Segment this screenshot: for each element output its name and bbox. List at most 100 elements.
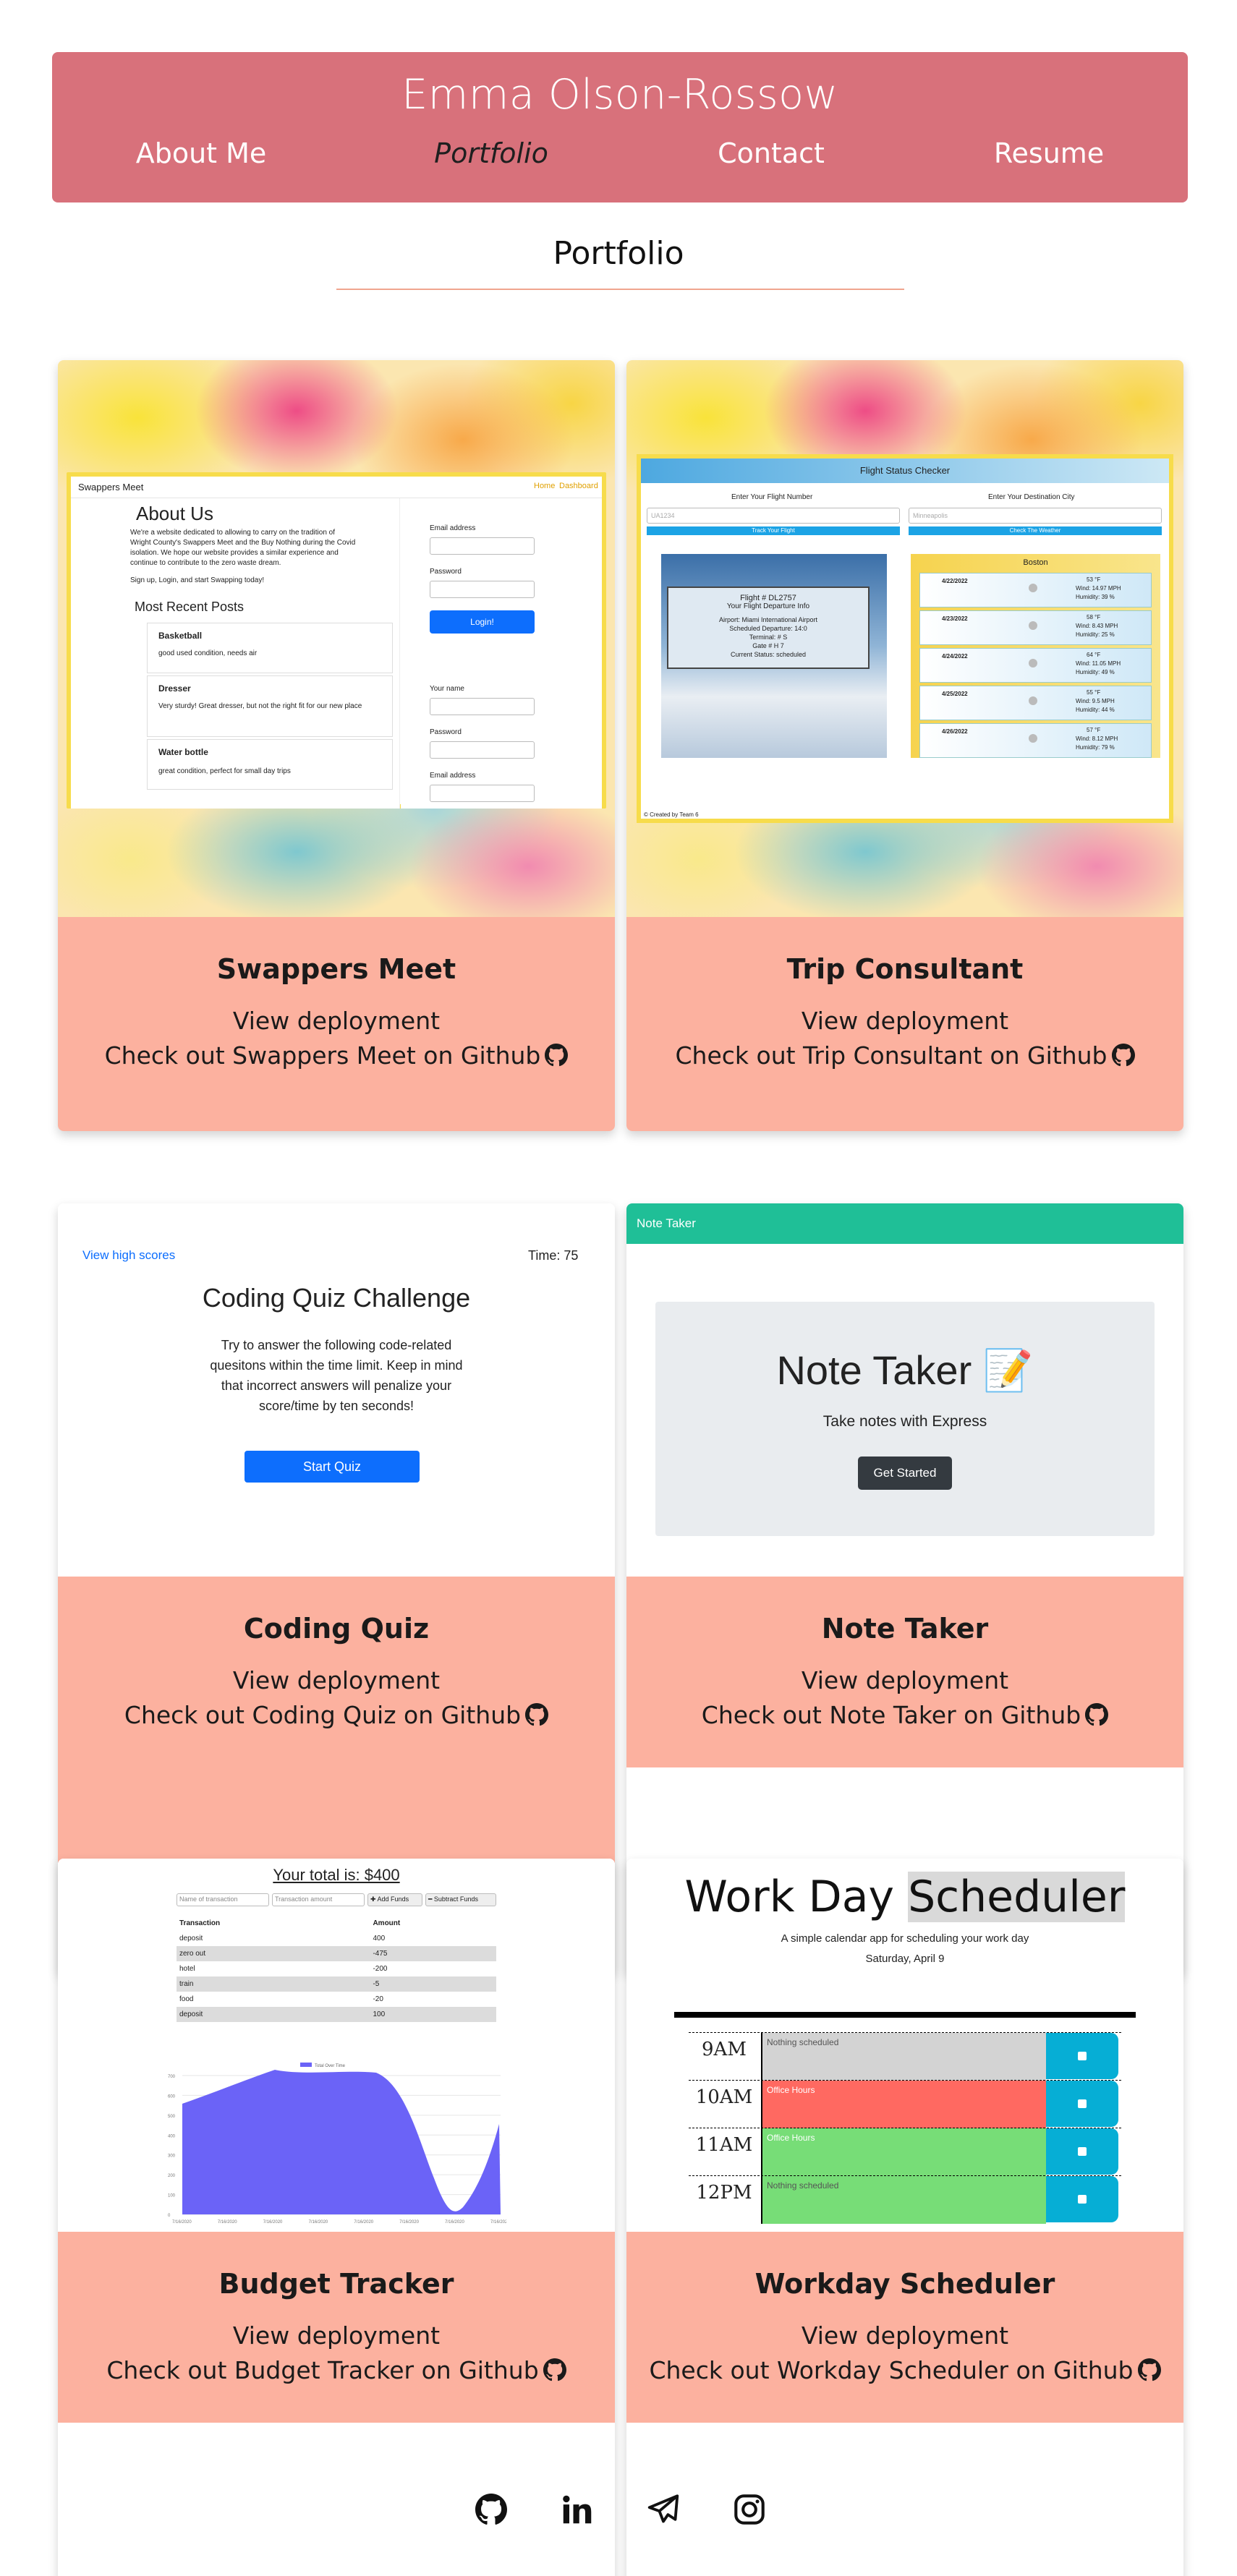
save-button[interactable] <box>1046 2033 1118 2079</box>
view-deployment-link[interactable]: View deployment <box>58 2321 615 2350</box>
signup-name-input[interactable] <box>430 698 535 715</box>
weather-date: 4/24/2022 <box>942 653 968 660</box>
budget-amount-input[interactable]: Transaction amount <box>272 1893 365 1906</box>
github-link-label: Check out Trip Consultant on Github <box>675 1041 1108 1070</box>
note-navbar: Note Taker <box>626 1203 1183 1244</box>
swappers-navbar: Swappers Meet Home Dashboard <box>71 477 602 498</box>
budget-add-button[interactable]: ✚ Add Funds <box>367 1893 422 1906</box>
weather-days: 4/22/2022 53 °F Wind: 14.97 MPH Humidity: 3… <box>915 573 1156 758</box>
quiz-instructions-line: Try to answer the following code-related <box>221 1338 452 1352</box>
linkedin-icon[interactable] <box>561 2494 593 2525</box>
chart-legend-label: Total Over Time <box>315 2064 346 2068</box>
budget-amount-cell: -5 <box>373 1980 380 1988</box>
chart-y-tick: 100 <box>168 2194 176 2198</box>
trip-header: Flight Status Checker <box>641 459 1169 483</box>
budget-name-input[interactable]: Name of transaction <box>177 1893 269 1906</box>
instagram-icon[interactable] <box>734 2494 765 2525</box>
event-textarea[interactable]: Office Hours <box>761 2081 1046 2128</box>
view-deployment-link[interactable]: View deployment <box>58 1007 615 1035</box>
swappers-about-heading: About Us <box>136 503 213 524</box>
save-button[interactable] <box>1046 2176 1118 2222</box>
project-screenshot: Flight Status Checker Enter Your Flight … <box>626 360 1183 917</box>
swappers-about-text: We're a website dedicated to allowing to… <box>130 529 335 537</box>
event-textarea[interactable]: Nothing scheduled <box>761 2176 1046 2224</box>
weather-wind: Wind: 8.43 MPH <box>1076 623 1118 629</box>
save-icon <box>1078 2195 1087 2204</box>
swappers-cta: Sign up, Login, and start Swapping today… <box>130 576 265 584</box>
event-textarea[interactable]: Office Hours <box>761 2128 1046 2176</box>
github-link[interactable]: Check out Coding Quiz on Github <box>58 1701 615 1729</box>
swappers-about-text: isolation. We hope our website provides … <box>130 549 339 557</box>
table-row: hotel -200 <box>177 1961 496 1976</box>
post-card: Water bottle great condition, perfect fo… <box>147 739 393 790</box>
quiz-instructions-line: quesitons within the time limit. Keep in… <box>210 1358 463 1373</box>
github-icon[interactable] <box>475 2494 507 2525</box>
quiz-instructions-line: that incorrect answers will penalize you… <box>221 1378 452 1393</box>
budget-transaction-cell: zero out <box>179 1950 206 1958</box>
nav-about-me[interactable]: About Me <box>136 137 267 169</box>
main-nav: About Me Portfolio Contact Resume <box>52 137 1188 181</box>
scheduler-date: Saturday, April 9 <box>865 1953 945 1965</box>
memo-icon: 📝 <box>982 1347 1034 1393</box>
site-header: Emma Olson-Rossow About Me Portfolio Con… <box>52 52 1188 202</box>
trip-track-button[interactable]: Track Your Flight <box>647 526 900 535</box>
post-title: Basketball <box>158 631 203 641</box>
weather-day: 4/25/2022 55 °F Wind: 9.5 MPH Humidity: 44 … <box>919 686 1152 720</box>
login-button[interactable]: Login! <box>430 610 535 634</box>
budget-subtract-button[interactable]: ━ Subtract Funds <box>425 1893 496 1906</box>
event-textarea[interactable]: Nothing scheduled <box>761 2033 1046 2081</box>
login-email-input[interactable] <box>430 537 535 555</box>
save-button[interactable] <box>1046 2081 1118 2127</box>
telegram-icon[interactable] <box>647 2494 679 2525</box>
github-icon <box>543 2358 566 2381</box>
quiz-high-scores-link[interactable]: View high scores <box>82 1248 175 1263</box>
budget-col-amount: Amount <box>373 1919 401 1927</box>
trip-weather-button[interactable]: Check The Weather <box>909 526 1162 535</box>
time-block: 11AM Office Hours <box>689 2128 1121 2176</box>
weather-icon <box>1029 696 1037 705</box>
weather-icon <box>1029 584 1037 592</box>
github-link[interactable]: Check out Budget Tracker on Github <box>58 2356 615 2384</box>
note-title: Note Taker 📝 <box>655 1347 1155 1394</box>
weather-wind: Wind: 8.12 MPH <box>1076 735 1118 742</box>
trip-flight-label: Enter Your Flight Number <box>731 493 813 501</box>
save-button[interactable] <box>1046 2128 1118 2175</box>
nav-contact[interactable]: Contact <box>718 137 825 169</box>
github-link[interactable]: Check out Swappers Meet on Github <box>58 1041 615 1070</box>
trip-flight-input[interactable]: UA1234 <box>647 508 900 524</box>
weather-icon <box>1029 659 1037 668</box>
github-link-label: Check out Coding Quiz on Github <box>124 1701 522 1729</box>
github-icon <box>545 1044 569 1067</box>
project-name: Swappers Meet <box>216 953 456 985</box>
nav-portfolio[interactable]: Portfolio <box>434 137 548 169</box>
signup-password-input[interactable] <box>430 741 535 759</box>
note-get-started-button[interactable]: Get Started <box>858 1457 952 1490</box>
trip-city-input[interactable]: Minneapolis <box>909 508 1162 524</box>
weather-temp: 58 °F <box>1087 614 1101 620</box>
quiz-start-button[interactable]: Start Quiz <box>245 1451 420 1483</box>
swappers-nav-home: Home <box>534 482 556 490</box>
budget-chart: 70060050040030020010007/16/2020 7/16/2020… <box>168 2063 506 2225</box>
view-deployment-link[interactable]: View deployment <box>58 1666 615 1694</box>
weather-humidity: Humidity: 25 % <box>1076 631 1115 638</box>
flight-info-line: Your Flight Departure Info <box>726 602 810 610</box>
github-link[interactable]: Check out Trip Consultant on Github <box>626 1041 1183 1070</box>
chart-x-tick: 7/16/2020 <box>309 2220 328 2225</box>
login-password-input[interactable] <box>430 581 535 598</box>
project-card-body: Workday Scheduler View deployment Check … <box>626 2232 1183 2423</box>
scheduler-subtitle: A simple calendar app for scheduling you… <box>781 1932 1029 1945</box>
flight-info-line: Current Status: scheduled <box>730 651 807 658</box>
github-link[interactable]: Check out Workday Scheduler on Github <box>626 2356 1183 2384</box>
view-deployment-link[interactable]: View deployment <box>626 2321 1183 2350</box>
view-deployment-link[interactable]: View deployment <box>626 1666 1183 1694</box>
github-link-label: Check out Note Taker on Github <box>701 1701 1081 1729</box>
signup-email-input[interactable] <box>430 785 535 802</box>
budget-table: Transaction Amount deposit 400 zero out -475… <box>177 1915 496 2022</box>
weather-wind: Wind: 11.05 MPH <box>1076 660 1121 667</box>
github-link[interactable]: Check out Note Taker on Github <box>626 1701 1183 1729</box>
note-subtitle: Take notes with Express <box>822 1413 987 1430</box>
save-icon <box>1078 2052 1087 2060</box>
nav-resume[interactable]: Resume <box>994 137 1104 169</box>
note-app-preview: Note Taker Note Taker 📝 Take notes with … <box>626 1203 1183 1577</box>
view-deployment-link[interactable]: View deployment <box>626 1007 1183 1035</box>
